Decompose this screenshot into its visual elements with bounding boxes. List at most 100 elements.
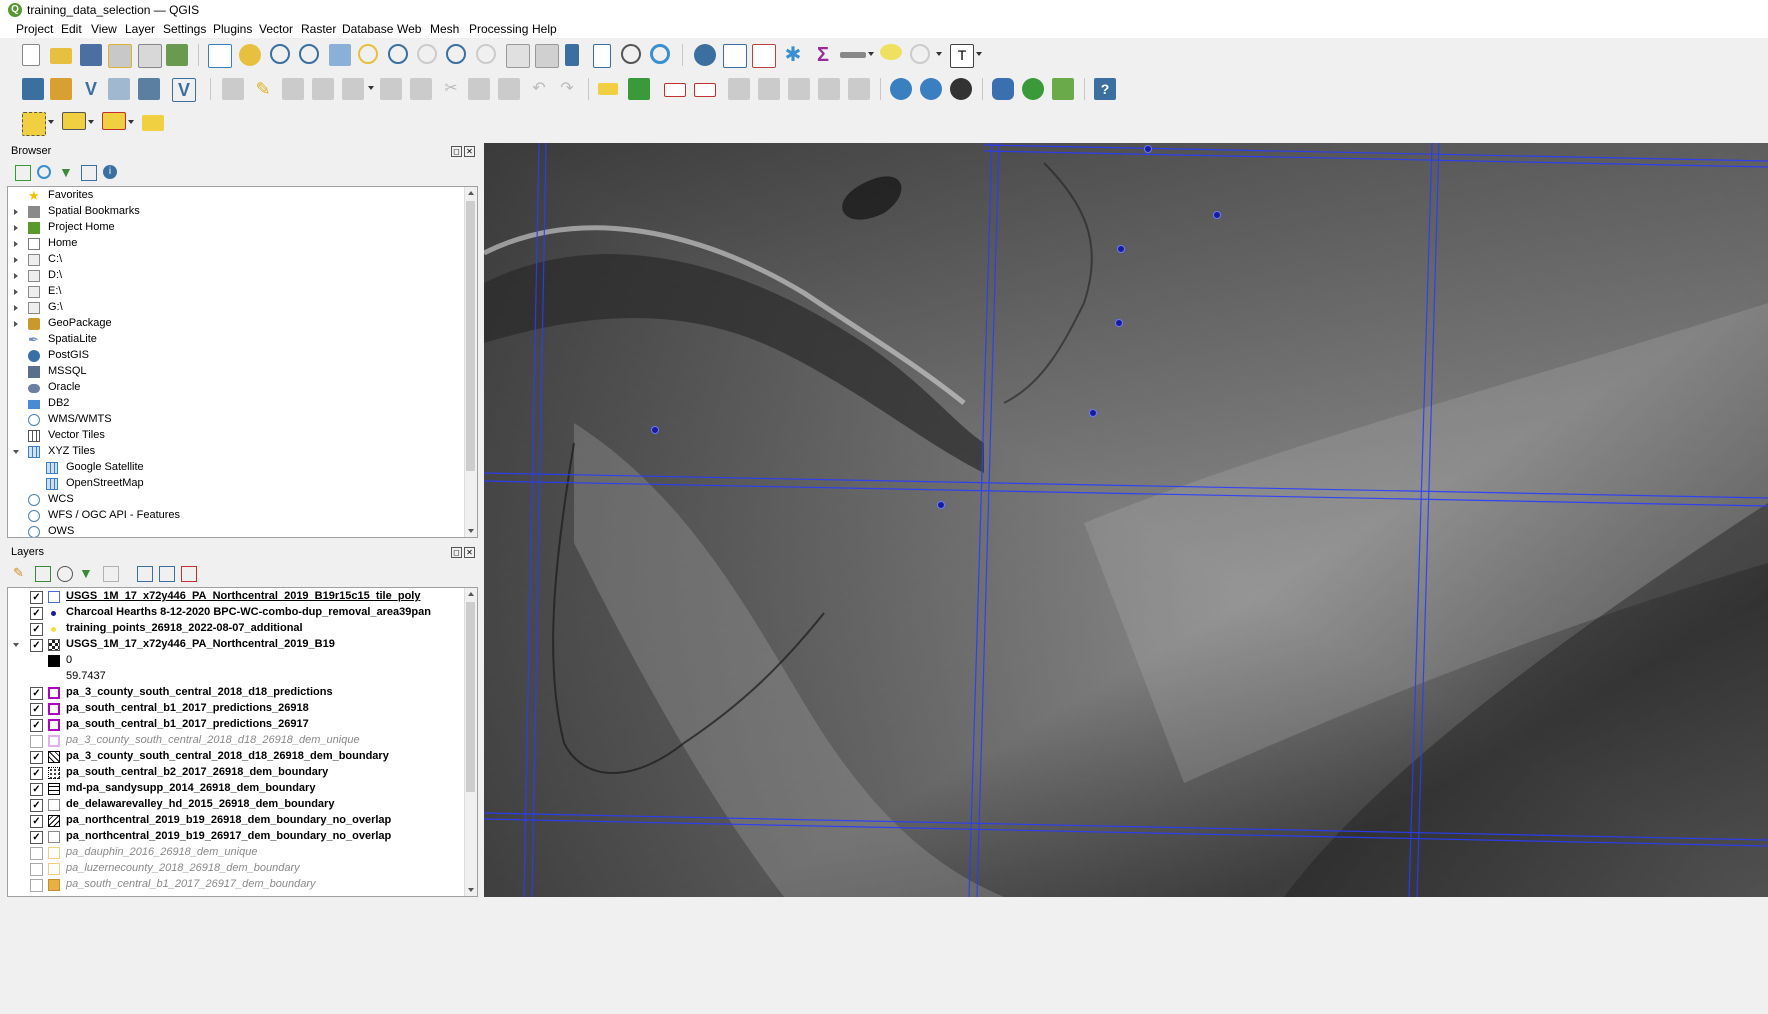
layer-visibility-checkbox[interactable] [30, 863, 43, 876]
new-map-view-icon[interactable] [506, 44, 530, 68]
new-temporary-layer-icon[interactable] [138, 78, 160, 100]
collapse-arrow-icon[interactable] [13, 450, 19, 454]
add-vector-layer-icon[interactable]: V [80, 78, 102, 100]
zoom-to-layer-icon[interactable] [388, 44, 408, 64]
expand-arrow-icon[interactable] [14, 321, 18, 327]
layer-visibility-checkbox[interactable]: ✓ [30, 799, 43, 812]
select-features-icon[interactable] [22, 112, 46, 136]
browser-scrollbar[interactable] [464, 187, 477, 537]
style-manager-icon[interactable] [166, 44, 188, 66]
menu-plugins[interactable]: Plugins [213, 22, 252, 36]
menu-settings[interactable]: Settings [163, 22, 206, 36]
cut-features-icon[interactable]: ✂ [440, 78, 462, 100]
browser-item-mssql[interactable]: MSSQL [8, 364, 477, 380]
expand-arrow-icon[interactable] [14, 241, 18, 247]
browser-item-ows[interactable]: OWS [8, 524, 477, 537]
new-spatialite-layer-icon[interactable] [108, 78, 130, 100]
expand-arrow-icon[interactable] [14, 305, 18, 311]
expand-all-icon[interactable] [137, 566, 153, 582]
locator-icon[interactable] [910, 44, 930, 64]
layer-visibility-checkbox[interactable] [30, 735, 43, 748]
zoom-in-icon[interactable] [270, 44, 290, 64]
open-project-icon[interactable] [50, 48, 72, 64]
data-source-manager-icon[interactable] [22, 78, 44, 100]
browser-item-xyz-tiles[interactable]: XYZ Tiles [8, 444, 477, 460]
filter-expression-icon[interactable] [103, 566, 119, 582]
browser-item-spatialite[interactable]: ✒ SpatiaLite [8, 332, 477, 348]
modify-attributes-icon[interactable] [380, 78, 402, 100]
help-icon[interactable]: ? [1094, 78, 1116, 100]
browser-item-home[interactable]: Home [8, 236, 477, 252]
rotate-label-icon[interactable] [758, 78, 780, 100]
layer-row[interactable]: ✓ pa_south_central_b1_2017_predictions_2… [8, 701, 477, 717]
properties-info-icon[interactable]: i [103, 165, 117, 179]
layer-visibility-checkbox[interactable] [30, 879, 43, 892]
layer-visibility-checkbox[interactable]: ✓ [30, 703, 43, 716]
add-group-icon[interactable] [35, 566, 51, 582]
layer-row[interactable]: pa_luzernecounty_2018_26918_dem_boundary [8, 861, 477, 877]
save-project-icon[interactable] [80, 44, 102, 66]
style-layer-icon[interactable]: ✎ [13, 566, 27, 580]
new-3d-map-view-icon[interactable] [535, 44, 559, 68]
new-geopackage-layer-icon[interactable] [50, 78, 72, 100]
browser-item-wfs[interactable]: WFS / OGC API - Features [8, 508, 477, 524]
browser-item-wms[interactable]: WMS/WMTS [8, 412, 477, 428]
menu-vector[interactable]: Vector [259, 22, 293, 36]
temporal-controller-icon[interactable] [621, 44, 641, 64]
browser-item-geopackage[interactable]: GeoPackage [8, 316, 477, 332]
float-panel-icon[interactable]: ◻ [451, 146, 462, 157]
python-console-icon[interactable] [992, 78, 1014, 100]
layer-row[interactable]: ✓ de_delawarevalley_hd_2015_26918_dem_bo… [8, 797, 477, 813]
menu-raster[interactable]: Raster [301, 22, 336, 36]
move-label-icon[interactable] [728, 78, 750, 100]
menu-layer[interactable]: Layer [125, 22, 155, 36]
float-panel-icon[interactable]: ◻ [451, 547, 462, 558]
add-virtual-layer-icon[interactable]: V [172, 78, 196, 102]
show-bookmarks-icon[interactable] [593, 44, 611, 68]
layer-diagram-icon[interactable] [628, 78, 650, 100]
layer-row[interactable]: ✓ pa_northcentral_2019_b19_26918_dem_bou… [8, 813, 477, 829]
layer-visibility-checkbox[interactable] [30, 847, 43, 860]
collapse-all-icon[interactable] [81, 165, 97, 181]
layer-visibility-checkbox[interactable]: ✓ [30, 751, 43, 764]
new-spatial-bookmark-icon[interactable] [565, 44, 579, 66]
menu-processing[interactable]: Processing [469, 22, 528, 36]
redo-icon[interactable]: ↷ [556, 78, 578, 100]
browser-item-drive-c[interactable]: C:\ [8, 252, 477, 268]
undo-icon[interactable]: ↶ [528, 78, 550, 100]
zoom-native-icon[interactable] [417, 44, 437, 64]
label-properties-icon[interactable] [848, 78, 870, 100]
browser-item-wcs[interactable]: WCS [8, 492, 477, 508]
browser-item-drive-e[interactable]: E:\ [8, 284, 477, 300]
layer-visibility-checkbox[interactable]: ✓ [30, 607, 43, 620]
layer-row[interactable]: ✓ USGS_1M_17_x72y446_PA_Northcentral_201… [8, 589, 477, 605]
plugin-icon[interactable] [1022, 78, 1044, 100]
layers-scrollbar[interactable] [464, 588, 477, 896]
expand-arrow-icon[interactable] [14, 257, 18, 263]
browser-item-drive-d[interactable]: D:\ [8, 268, 477, 284]
collapse-arrow-icon[interactable] [13, 643, 19, 647]
layer-visibility-checkbox[interactable]: ✓ [30, 783, 43, 796]
menu-web[interactable]: Web [397, 22, 421, 36]
menu-database[interactable]: Database [342, 22, 393, 36]
sum-icon[interactable]: Σ [812, 44, 834, 66]
manage-visibility-icon[interactable] [57, 566, 73, 582]
add-wfs-layer-icon[interactable] [920, 78, 942, 100]
remove-layer-icon[interactable] [181, 566, 197, 582]
map-tips-icon[interactable] [880, 44, 902, 60]
show-hide-labels-icon[interactable] [818, 78, 840, 100]
add-wms-layer-icon[interactable] [890, 78, 912, 100]
layer-row[interactable]: ✓ USGS_1M_17_x72y446_PA_Northcentral_201… [8, 637, 477, 653]
select-location-icon[interactable] [142, 115, 164, 131]
select-by-value-icon[interactable] [62, 112, 86, 130]
layer-row[interactable]: ✓ pa_south_central_b2_2017_26918_dem_bou… [8, 765, 477, 781]
zoom-full-icon[interactable] [329, 44, 351, 66]
layer-row[interactable]: ✓ pa_3_county_south_central_2018_d18_pre… [8, 685, 477, 701]
layer-row[interactable]: ✓ pa_south_central_b1_2017_predictions_2… [8, 717, 477, 733]
layer-row[interactable]: ✓ md-pa_sandysupp_2014_26918_dem_boundar… [8, 781, 477, 797]
open-attribute-table-icon[interactable] [723, 44, 747, 68]
layer-visibility-checkbox[interactable]: ✓ [30, 719, 43, 732]
layer-row[interactable]: pa_3_county_south_central_2018_d18_26918… [8, 733, 477, 749]
menu-help[interactable]: Help [532, 22, 557, 36]
zoom-out-icon[interactable] [299, 44, 319, 64]
